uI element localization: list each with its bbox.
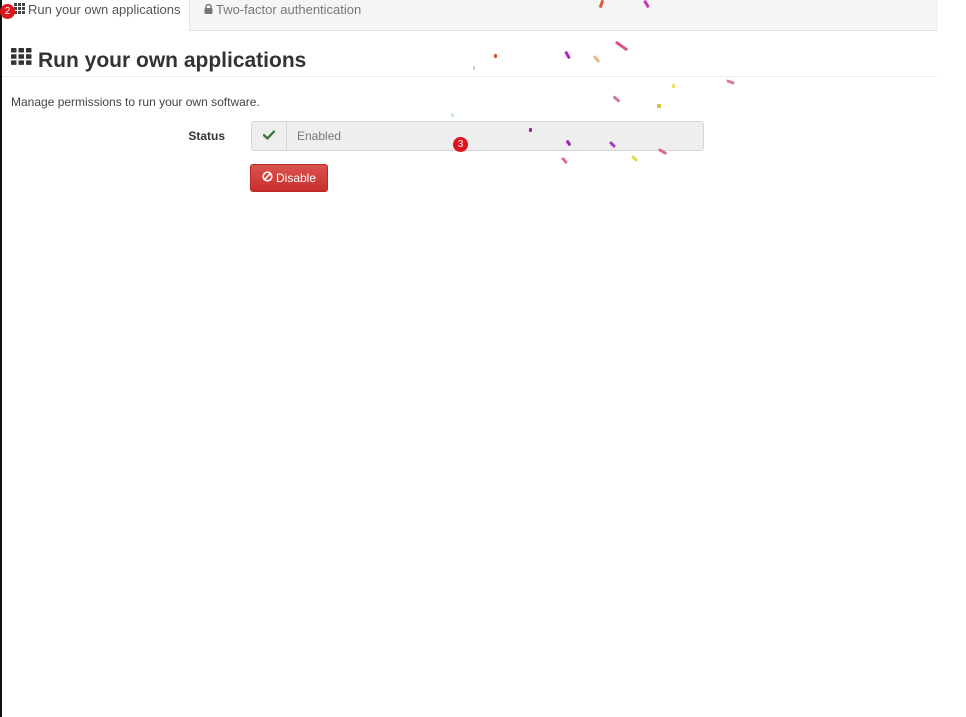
status-label: Status — [188, 129, 225, 143]
ban-icon — [262, 165, 273, 191]
confetti-piece — [612, 95, 621, 103]
annotation-marker: 2 — [0, 4, 15, 19]
confetti-piece — [614, 40, 629, 52]
page-title-text: Run your own applications — [38, 49, 307, 72]
tab-bar: Run your own applications Two-factor aut… — [2, 0, 938, 31]
status-addon — [252, 122, 287, 150]
confetti-piece — [529, 128, 532, 132]
disable-button[interactable]: Disable — [250, 164, 328, 192]
confetti-piece — [630, 155, 639, 162]
divider — [2, 76, 938, 77]
tab-label: Run your own applications — [28, 2, 181, 17]
confetti-piece — [592, 54, 601, 64]
tab-two-factor-authentication[interactable]: Two-factor authentication — [192, 0, 373, 30]
tab-run-your-own-applications[interactable]: Run your own applications — [2, 0, 190, 31]
confetti-piece — [726, 79, 735, 85]
confetti-piece — [657, 104, 661, 108]
grid-icon — [11, 44, 32, 74]
confetti-piece — [451, 113, 454, 117]
disable-button-label: Disable — [275, 171, 317, 185]
page-title: Run your own applications — [11, 46, 306, 76]
confetti-piece — [561, 156, 568, 165]
tab-label: Two-factor authentication — [216, 2, 362, 17]
confetti-piece — [564, 50, 571, 60]
grid-icon — [14, 0, 25, 19]
check-icon — [262, 127, 276, 145]
page: Run your own applications Two-factor aut… — [0, 0, 966, 717]
window-edge — [0, 0, 2, 717]
confetti-piece — [672, 84, 675, 88]
lock-icon — [204, 0, 213, 19]
confetti-piece — [473, 66, 475, 70]
status-field-group: Enabled — [251, 121, 704, 151]
page-description: Manage permissions to run your own softw… — [11, 95, 260, 109]
annotation-marker: 3 — [453, 137, 468, 152]
status-value: Enabled — [287, 122, 703, 150]
confetti-piece — [494, 54, 497, 58]
